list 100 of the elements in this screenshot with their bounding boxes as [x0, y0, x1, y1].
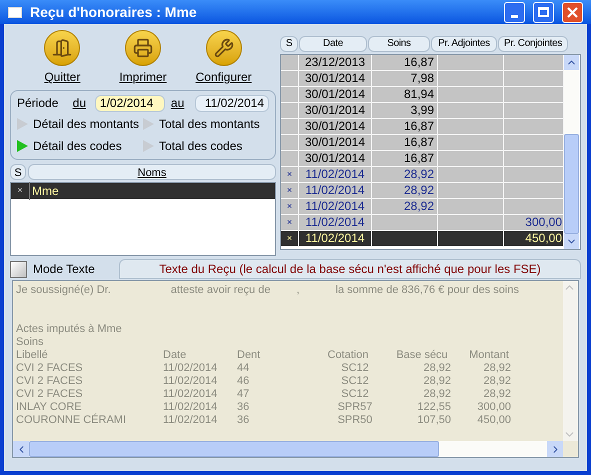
conjointes-cell	[504, 87, 564, 103]
triangle-icon	[17, 140, 28, 152]
receipt-cell-text: CVI 2 FACES	[16, 375, 84, 388]
column-header[interactable]: S	[280, 36, 298, 52]
receipt-text: Je soussigné(e) Dr.	[16, 284, 111, 297]
column-label: Date	[163, 349, 188, 362]
grid-row[interactable]: × 11/02/2014 450,00	[281, 231, 564, 247]
receipt-cell-text: 122,55	[416, 401, 452, 414]
horizontal-scrollbar[interactable]	[13, 441, 563, 457]
receipt-cell-text: 47	[237, 388, 250, 401]
toolbar-button[interactable]: Imprimer	[108, 30, 178, 86]
column-label: Dent	[237, 349, 262, 362]
list-row[interactable]: × Mme	[11, 183, 275, 199]
receipt-cell-text: 36	[237, 401, 250, 414]
column-header[interactable]: Pr. Conjointes	[498, 36, 568, 52]
grid-row[interactable]: 30/01/2014 3,99	[281, 103, 564, 119]
receipt-cell-text: 28,92	[422, 362, 452, 375]
receipt-cell-text: CVI 2 FACES	[16, 362, 84, 375]
conjointes-cell	[504, 135, 564, 151]
date-cell: 30/01/2014	[299, 103, 372, 119]
from-label: du	[72, 95, 87, 112]
printer-icon	[124, 30, 161, 66]
actes-text: Actes imputés à Mme	[16, 323, 123, 336]
mark-cell: ×	[281, 231, 299, 247]
grid-row[interactable]: × 11/02/2014 28,92	[281, 183, 564, 199]
conjointes-cell: 300,00	[504, 215, 564, 231]
receipt-text: ,	[296, 284, 300, 297]
to-date-field[interactable]: 11/02/2014	[195, 94, 269, 112]
adjointes-cell	[438, 199, 504, 215]
receipt-cell-text: SPR50	[336, 414, 374, 427]
mark-cell: ×	[281, 183, 299, 199]
soins-cell: 81,94	[372, 87, 438, 103]
soins-cell: 16,87	[372, 151, 438, 167]
section-text: Soins	[16, 336, 45, 349]
receipt-cell-text: CVI 2 FACES	[16, 388, 84, 401]
receipt-cell-text: SC12	[340, 375, 370, 388]
column-header[interactable]: S	[10, 164, 26, 180]
grid-row[interactable]: 23/12/2013 16,87	[281, 55, 564, 71]
soins-cell: 16,87	[372, 119, 438, 135]
soins-cell: 16,87	[372, 135, 438, 151]
triangle-icon	[17, 118, 28, 130]
adjointes-cell	[438, 103, 504, 119]
conjointes-cell	[504, 183, 564, 199]
toolbar-button[interactable]: Quitter	[27, 30, 98, 86]
option-button[interactable]: Total des montants	[143, 115, 269, 133]
option-button[interactable]: Total des codes	[143, 137, 269, 155]
receipt-cell-text: SPR57	[336, 401, 374, 414]
maximize-button[interactable]	[533, 2, 554, 22]
column-header[interactable]: Noms	[28, 164, 276, 180]
adjointes-cell	[438, 183, 504, 199]
minimize-button[interactable]	[504, 2, 525, 22]
grid-row[interactable]: 30/01/2014 81,94	[281, 87, 564, 103]
grid-row[interactable]: 30/01/2014 7,98	[281, 71, 564, 87]
toolbar-button[interactable]: Configurer	[188, 30, 259, 86]
receipt-cell-text: 28,92	[482, 388, 512, 401]
soins-cell: 28,92	[372, 183, 438, 199]
adjointes-cell	[438, 71, 504, 87]
close-icon	[567, 6, 578, 18]
from-date-field[interactable]: 1/02/2014	[94, 94, 165, 112]
mark-cell: ×	[281, 199, 299, 215]
receipt-cell-text: 11/02/2014	[163, 375, 218, 388]
receipt-cell-text: 44	[237, 362, 250, 375]
grid-row[interactable]: 30/01/2014 16,87	[281, 135, 564, 151]
receipt-cell-text: COURONNE CÉRAMI	[16, 414, 128, 427]
close-button[interactable]	[562, 2, 583, 22]
receipt-cell-text: 11/02/2014	[163, 388, 218, 401]
date-cell: 11/02/2014	[299, 199, 372, 215]
grid-row[interactable]: 30/01/2014 16,87	[281, 119, 564, 135]
receipt-cell-text: 300,00	[476, 401, 512, 414]
adjointes-cell	[438, 167, 504, 183]
mode-texte-checkbox[interactable]	[10, 260, 27, 278]
grid-row[interactable]: × 11/02/2014 300,00	[281, 215, 564, 231]
conjointes-cell	[504, 199, 564, 215]
receipt-cell-text: 28,92	[422, 388, 452, 401]
grid-row[interactable]: × 11/02/2014 28,92	[281, 167, 564, 183]
adjointes-cell	[438, 151, 504, 167]
adjointes-cell	[438, 135, 504, 151]
soins-cell: 16,87	[372, 55, 438, 71]
vertical-scrollbar[interactable]	[564, 55, 579, 249]
column-header[interactable]: Pr. Adjointes	[431, 36, 497, 52]
receipt-cell-text: 28,92	[422, 375, 452, 388]
receipt-tab[interactable]: Texte du Reçu (le calcul de la base sécu n'est affiché que pour les FSE)	[119, 259, 581, 279]
grid-row[interactable]: 30/01/2014 16,87	[281, 151, 564, 167]
receipt-cell-text: 107,50	[416, 414, 452, 427]
column-label: Montant	[468, 349, 510, 362]
receipt-cell-text: 28,92	[482, 375, 512, 388]
receipt-cell-text: SC12	[340, 388, 370, 401]
grid-row[interactable]: × 11/02/2014 28,92	[281, 199, 564, 215]
column-header[interactable]: Soins	[368, 36, 430, 52]
column-header[interactable]: Date	[299, 36, 367, 52]
date-cell: 30/01/2014	[299, 87, 372, 103]
conjointes-cell	[504, 71, 564, 87]
triangle-icon	[143, 140, 154, 152]
mode-texte-label: Mode Texte	[33, 261, 96, 278]
mark-cell-text: ×	[16, 184, 24, 198]
soins-cell: 7,98	[372, 71, 438, 87]
receipt-cell-text: 11/02/2014	[163, 414, 218, 427]
option-button[interactable]: Détail des montants	[17, 115, 143, 133]
name-cell: Mme	[29, 182, 275, 200]
option-button[interactable]: Détail des codes	[17, 137, 143, 155]
